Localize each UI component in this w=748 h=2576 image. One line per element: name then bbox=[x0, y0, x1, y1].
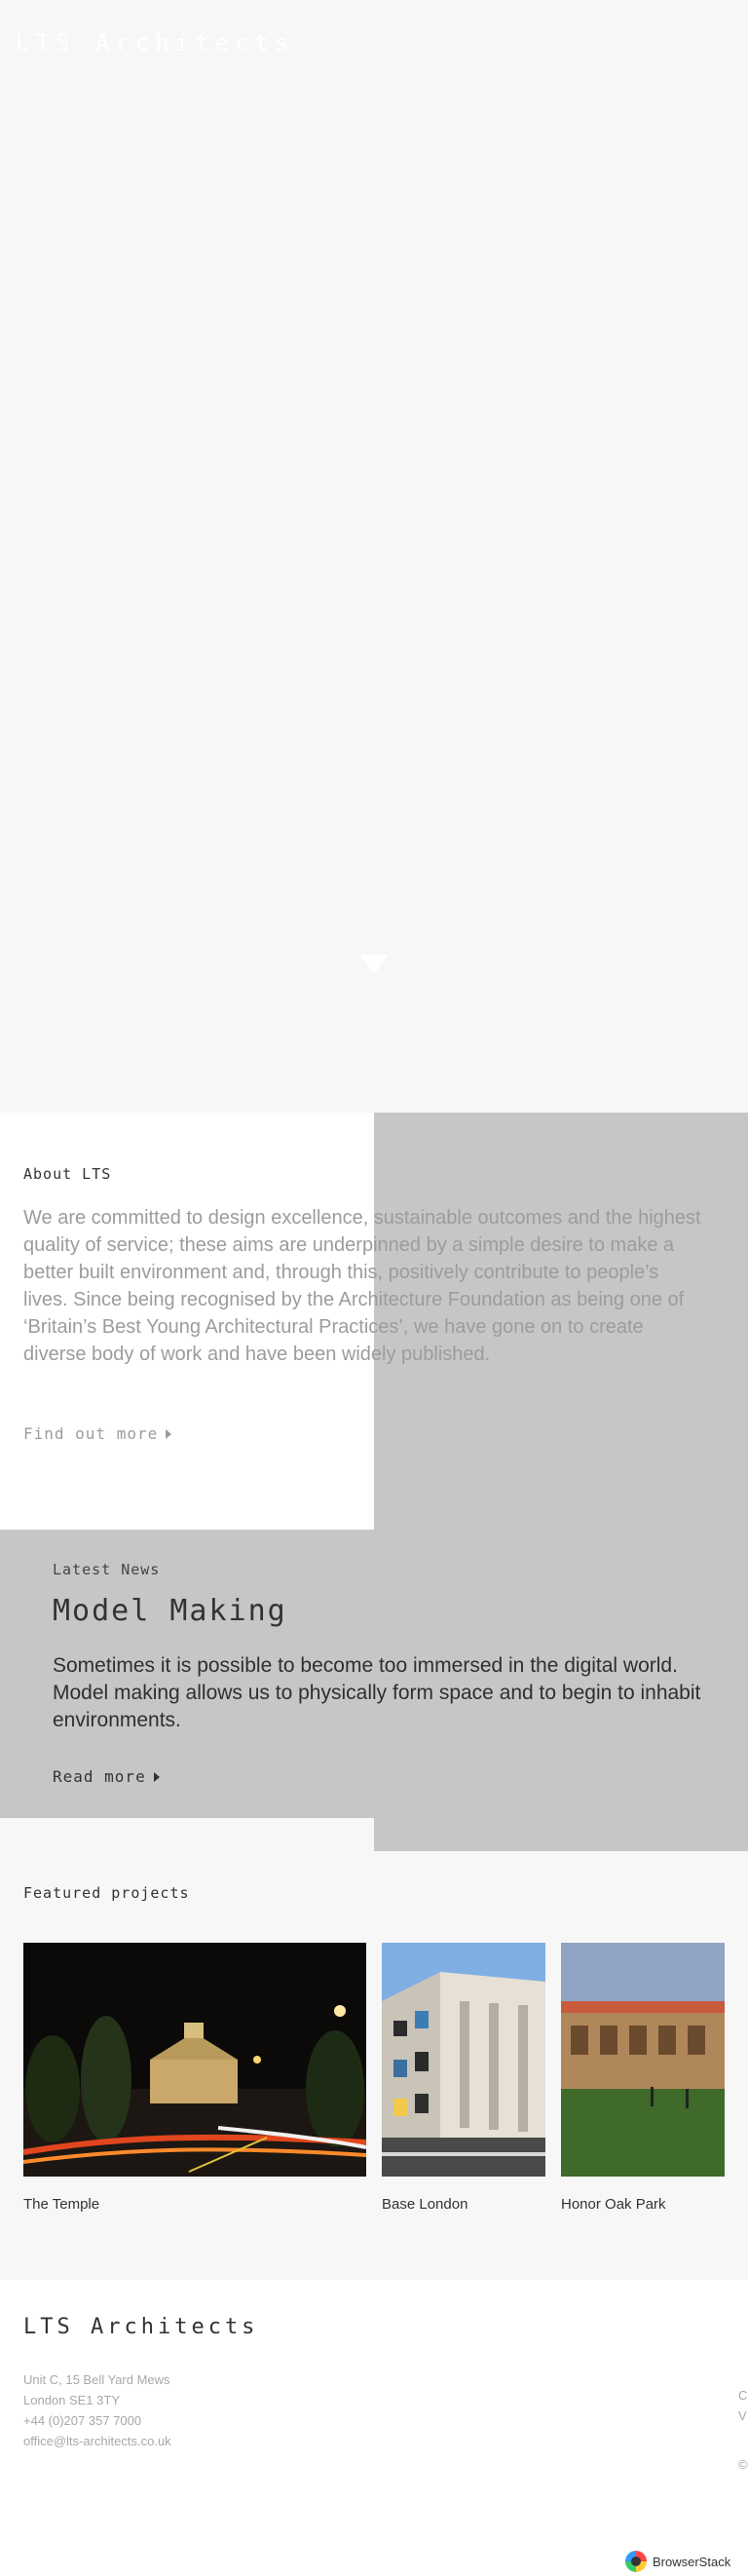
news-text: Sometimes it is possible to become too i… bbox=[53, 1654, 701, 1731]
about-text: We are committed to design excellence, s… bbox=[23, 1207, 701, 1365]
browserstack-label: BrowserStack bbox=[653, 2554, 731, 2569]
footer-address-line1: Unit C, 15 Bell Yard Mews bbox=[23, 2372, 170, 2387]
project-title-honor-oak-park[interactable]: Honor Oak Park bbox=[561, 2196, 725, 2213]
find-out-more-link[interactable]: Find out more bbox=[23, 1424, 172, 1443]
project-title-base-london[interactable]: Base London bbox=[382, 2196, 545, 2213]
footer-copyright: © bbox=[738, 2457, 748, 2472]
find-out-more-label: Find out more bbox=[23, 1424, 159, 1443]
project-title-the-temple[interactable]: The Temple bbox=[23, 2196, 366, 2213]
footer-address-line2: London SE1 3TY bbox=[23, 2393, 121, 2407]
project-image-the-temple[interactable] bbox=[23, 1943, 366, 2177]
site-logo[interactable]: LTS Architects bbox=[16, 29, 294, 57]
footer-side-text: C V bbox=[738, 2385, 747, 2426]
about-heading: About LTS bbox=[23, 1165, 112, 1183]
scroll-down-arrow-icon[interactable] bbox=[359, 955, 389, 974]
arrow-right-icon bbox=[166, 1428, 172, 1439]
browserstack-badge: BrowserStack bbox=[625, 2551, 730, 2572]
footer-email[interactable]: office@lts-architects.co.uk bbox=[23, 2431, 171, 2451]
featured-projects-heading: Featured projects bbox=[23, 1884, 190, 1902]
browserstack-logo-icon bbox=[625, 2551, 647, 2572]
read-more-link[interactable]: Read more bbox=[53, 1767, 160, 1786]
project-card-honor-oak-park[interactable]: Honor Oak Park bbox=[561, 1943, 725, 2213]
arrow-right-icon bbox=[153, 1771, 160, 1782]
project-image-honor-oak-park[interactable] bbox=[561, 1943, 725, 2177]
footer-contact: Unit C, 15 Bell Yard Mews London SE1 3TY… bbox=[23, 2369, 171, 2451]
news-label: Latest News bbox=[53, 1561, 161, 1578]
footer-side-line2: V bbox=[738, 2408, 747, 2423]
project-card-base-london[interactable]: Base London bbox=[382, 1943, 545, 2213]
news-title[interactable]: Model Making bbox=[53, 1594, 287, 1628]
footer-logo[interactable]: LTS Architects bbox=[23, 2315, 258, 2339]
project-card-the-temple[interactable]: The Temple bbox=[23, 1943, 366, 2213]
read-more-label: Read more bbox=[53, 1767, 146, 1786]
project-image-base-london[interactable] bbox=[382, 1943, 545, 2177]
hero-section bbox=[0, 0, 748, 1113]
footer-phone[interactable]: +44 (0)207 357 7000 bbox=[23, 2410, 171, 2431]
footer-side-line1: C bbox=[738, 2388, 748, 2403]
